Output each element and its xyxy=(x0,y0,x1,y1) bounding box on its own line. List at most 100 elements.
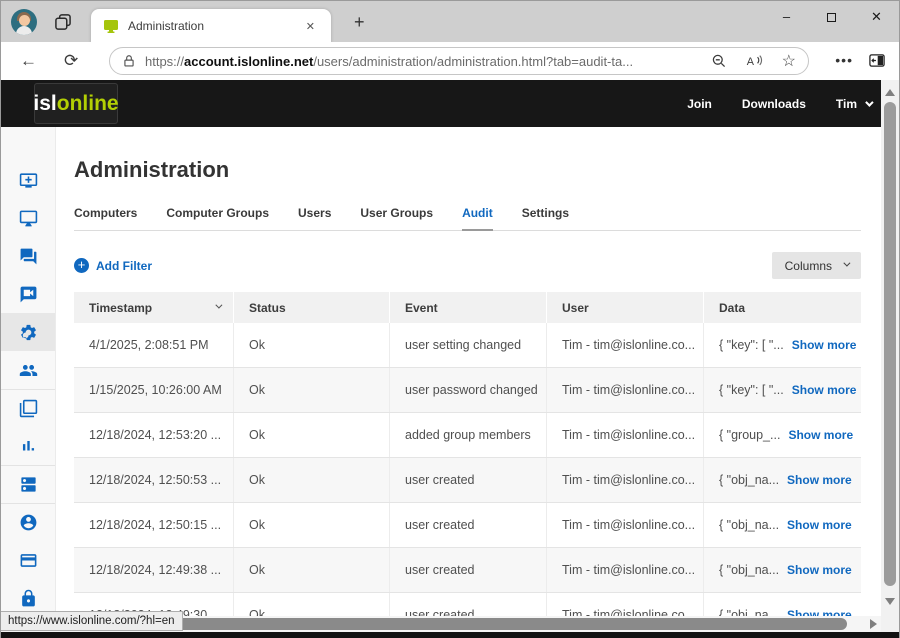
page-footer-edge xyxy=(1,632,900,638)
browser-menu-button[interactable]: ••• xyxy=(835,42,853,79)
sort-chevron-icon xyxy=(215,301,222,308)
servers-icon xyxy=(19,475,38,494)
sidebar-item-account[interactable] xyxy=(1,503,55,541)
sidebar xyxy=(1,127,56,638)
main-content: Administration ComputersComputer GroupsU… xyxy=(57,127,881,638)
navbar-link-downloads[interactable]: Downloads xyxy=(742,97,806,111)
cell-data: { "key": [ "... Show more xyxy=(704,368,861,412)
cell-event: user created xyxy=(390,458,547,502)
video-chat-icon xyxy=(19,285,38,304)
split-screen-icon[interactable] xyxy=(868,52,886,69)
show-more-link[interactable]: Show more xyxy=(787,473,852,487)
column-header-status[interactable]: Status xyxy=(234,292,390,323)
scroll-right-arrow-icon[interactable] xyxy=(870,619,877,629)
table-row[interactable]: 4/1/2025, 2:08:51 PM Ok user setting cha… xyxy=(74,323,861,368)
sidebar-item-users[interactable] xyxy=(1,351,55,389)
scroll-down-arrow-icon[interactable] xyxy=(885,598,895,605)
column-header-timestamp[interactable]: Timestamp xyxy=(74,292,234,323)
data-json-preview: { "obj_na... xyxy=(719,518,779,532)
sidebar-item-reports[interactable] xyxy=(1,427,55,465)
table-row[interactable]: 12/18/2024, 12:50:15 ... Ok user created… xyxy=(74,503,861,548)
read-aloud-icon[interactable]: A xyxy=(746,53,763,69)
browser-tab-administration[interactable]: Administration ✕ xyxy=(91,9,331,43)
admin-tabs: Computers Computer Groups Users User Groups… xyxy=(74,206,861,231)
status-bar-link-tooltip: https://www.islonline.com/?hl=en xyxy=(1,611,183,631)
tab-settings[interactable]: Settings xyxy=(522,206,569,230)
sidebar-item-computers[interactable] xyxy=(1,199,55,237)
show-more-link[interactable]: Show more xyxy=(788,428,853,442)
browser-toolbar: ← ⟳ https://account.islonline.net/users/… xyxy=(0,42,900,80)
address-bar[interactable]: https://account.islonline.net/users/admi… xyxy=(109,47,809,75)
table-row[interactable]: 12/18/2024, 12:49:38 ... Ok user created… xyxy=(74,548,861,593)
browser-tab-strip: Administration ✕ + – ✕ xyxy=(0,0,900,42)
sidebar-item-chat[interactable] xyxy=(1,237,55,275)
avatar-shirt xyxy=(16,26,32,35)
show-more-link[interactable]: Show more xyxy=(787,518,852,532)
maximize-button[interactable] xyxy=(809,1,854,33)
user-menu-label: Tim xyxy=(836,97,857,111)
sidebar-item-servers[interactable] xyxy=(1,465,55,503)
tab-close-icon[interactable]: ✕ xyxy=(302,18,319,35)
data-json-preview: { "obj_na... xyxy=(719,473,779,487)
cell-user: Tim - tim@islonline.co... xyxy=(547,368,704,412)
cell-timestamp: 12/18/2024, 12:49:38 ... xyxy=(74,548,234,592)
chat-icon xyxy=(19,247,38,266)
tab-audit[interactable]: Audit xyxy=(462,206,493,231)
new-tab-button[interactable]: + xyxy=(348,1,371,43)
url-path: /users/administration/administration.htm… xyxy=(313,54,633,69)
address-bar-icons: A ☆ xyxy=(711,51,796,71)
lock-icon xyxy=(122,54,136,68)
table-row[interactable]: 12/18/2024, 12:50:53 ... Ok user created… xyxy=(74,458,861,503)
billing-icon xyxy=(19,551,38,570)
url-host: account.islonline.net xyxy=(184,54,313,69)
show-more-link[interactable]: Show more xyxy=(792,383,857,397)
show-more-link[interactable]: Show more xyxy=(792,338,857,352)
cell-status: Ok xyxy=(234,323,390,367)
column-header-user[interactable]: User xyxy=(547,292,704,323)
sidebar-item-video-chat[interactable] xyxy=(1,275,55,313)
horizontal-scrollbar-thumb[interactable] xyxy=(71,618,847,630)
user-menu[interactable]: Tim xyxy=(836,97,871,111)
table-body: 4/1/2025, 2:08:51 PM Ok user setting cha… xyxy=(74,323,861,638)
minimize-button[interactable]: – xyxy=(764,1,809,33)
cell-data: { "group_... Show more xyxy=(704,413,861,457)
favorites-star-icon[interactable]: ☆ xyxy=(782,51,796,71)
vertical-scrollbar[interactable] xyxy=(881,80,899,638)
sidebar-item-sessions[interactable] xyxy=(1,389,55,427)
tab-user-groups[interactable]: User Groups xyxy=(360,206,433,230)
cell-user: Tim - tim@islonline.co... xyxy=(547,323,704,367)
table-row[interactable]: 12/18/2024, 12:53:20 ... Ok added group … xyxy=(74,413,861,458)
column-header-data[interactable]: Data xyxy=(704,292,861,323)
tab-computers[interactable]: Computers xyxy=(74,206,137,230)
refresh-button[interactable]: ⟳ xyxy=(64,42,78,79)
add-filter-button[interactable]: + Add Filter xyxy=(74,258,152,273)
cell-data: { "obj_na... Show more xyxy=(704,503,861,547)
columns-button[interactable]: Columns xyxy=(772,252,861,279)
sidebar-item-billing[interactable] xyxy=(1,541,55,579)
show-more-link[interactable]: Show more xyxy=(787,563,852,577)
column-header-event[interactable]: Event xyxy=(390,292,547,323)
workspaces-icon[interactable] xyxy=(53,12,73,32)
cell-user: Tim - tim@islonline.co... xyxy=(547,548,704,592)
reports-icon xyxy=(19,437,38,456)
scroll-up-arrow-icon[interactable] xyxy=(885,89,895,96)
back-button[interactable]: ← xyxy=(20,42,37,79)
navbar-link-join[interactable]: Join xyxy=(687,97,712,111)
zoom-out-icon[interactable] xyxy=(711,53,727,69)
vertical-scrollbar-thumb[interactable] xyxy=(884,102,896,586)
cell-timestamp: 1/15/2025, 10:26:00 AM xyxy=(74,368,234,412)
browser-profile-avatar[interactable] xyxy=(11,9,37,35)
cell-event: user setting changed xyxy=(390,323,547,367)
cell-event: added group members xyxy=(390,413,547,457)
table-row[interactable]: 1/15/2025, 10:26:00 AM Ok user password … xyxy=(74,368,861,413)
data-json-preview: { "obj_na... xyxy=(719,563,779,577)
account-icon xyxy=(19,513,38,532)
sidebar-item-new-session[interactable] xyxy=(1,161,55,199)
close-window-button[interactable]: ✕ xyxy=(854,1,899,33)
svg-text:A: A xyxy=(746,56,754,68)
tab-computer-groups[interactable]: Computer Groups xyxy=(166,206,269,230)
islonline-logo[interactable]: islonline xyxy=(34,83,118,124)
sidebar-item-settings[interactable] xyxy=(1,313,55,351)
tab-users[interactable]: Users xyxy=(298,206,331,230)
data-json-preview: { "key": [ "... xyxy=(719,338,784,352)
